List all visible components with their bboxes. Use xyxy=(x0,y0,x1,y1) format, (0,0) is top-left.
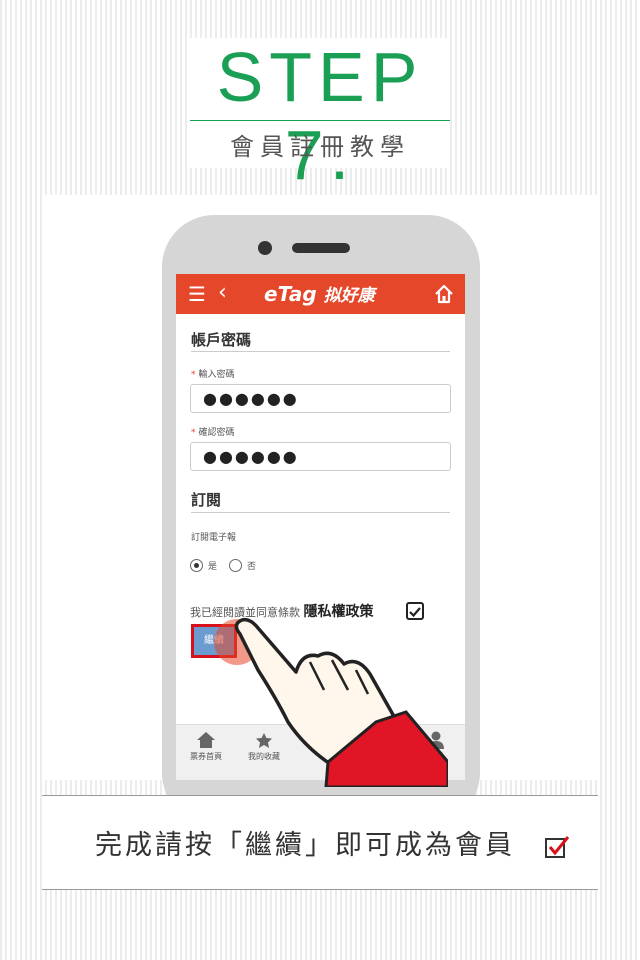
caption-box: 完成請按「繼續」即可成為會員 xyxy=(42,795,598,890)
step-title: STEP 7. xyxy=(216,38,424,194)
confirm-password-field[interactable]: ●●●●●● xyxy=(190,442,451,471)
logo-zh: 拟好康 xyxy=(323,286,375,306)
logo-text: eTag xyxy=(264,282,317,306)
newsletter-label: 訂閱電子報 xyxy=(191,533,237,543)
required-mark: * xyxy=(191,428,196,438)
chevron-left-icon[interactable]: ‹ xyxy=(218,280,227,306)
section-divider xyxy=(191,351,450,352)
password-label: * 輸入密碼 xyxy=(191,370,235,380)
step-header: STEP 7. 會員註冊教學 xyxy=(190,38,450,194)
home-icon xyxy=(197,732,215,748)
subscribe-section-title: 訂閱 xyxy=(191,491,222,509)
confirm-password-label: * 確認密碼 xyxy=(191,428,235,438)
nav-item-home[interactable]: 票券首頁 xyxy=(190,731,222,762)
app-logo[interactable]: eTag 拟好康 xyxy=(264,280,375,310)
radio-no-label: 否 xyxy=(247,562,257,572)
header-divider xyxy=(190,120,450,121)
app-bar: ☰ ‹ eTag 拟好康 xyxy=(176,274,465,314)
hamburger-icon[interactable]: ☰ xyxy=(188,281,206,307)
nav-label: 票券首頁 xyxy=(190,752,222,761)
phone-speaker xyxy=(292,243,350,253)
required-mark: * xyxy=(191,370,196,380)
radio-no[interactable] xyxy=(229,559,242,572)
radio-yes-label: 是 xyxy=(208,562,218,572)
home-icon[interactable] xyxy=(433,283,455,305)
step-subtitle: 會員註冊教學 xyxy=(230,133,410,161)
phone-camera xyxy=(258,241,272,255)
radio-yes[interactable] xyxy=(190,559,203,572)
account-section-title: 帳戶密碼 xyxy=(191,331,252,349)
checkbox-checked-icon xyxy=(545,836,570,858)
caption-text: 完成請按「繼續」即可成為會員 xyxy=(95,830,515,861)
section-divider xyxy=(191,512,450,513)
password-field[interactable]: ●●●●●● xyxy=(190,384,451,413)
pointing-hand-icon xyxy=(234,617,448,787)
